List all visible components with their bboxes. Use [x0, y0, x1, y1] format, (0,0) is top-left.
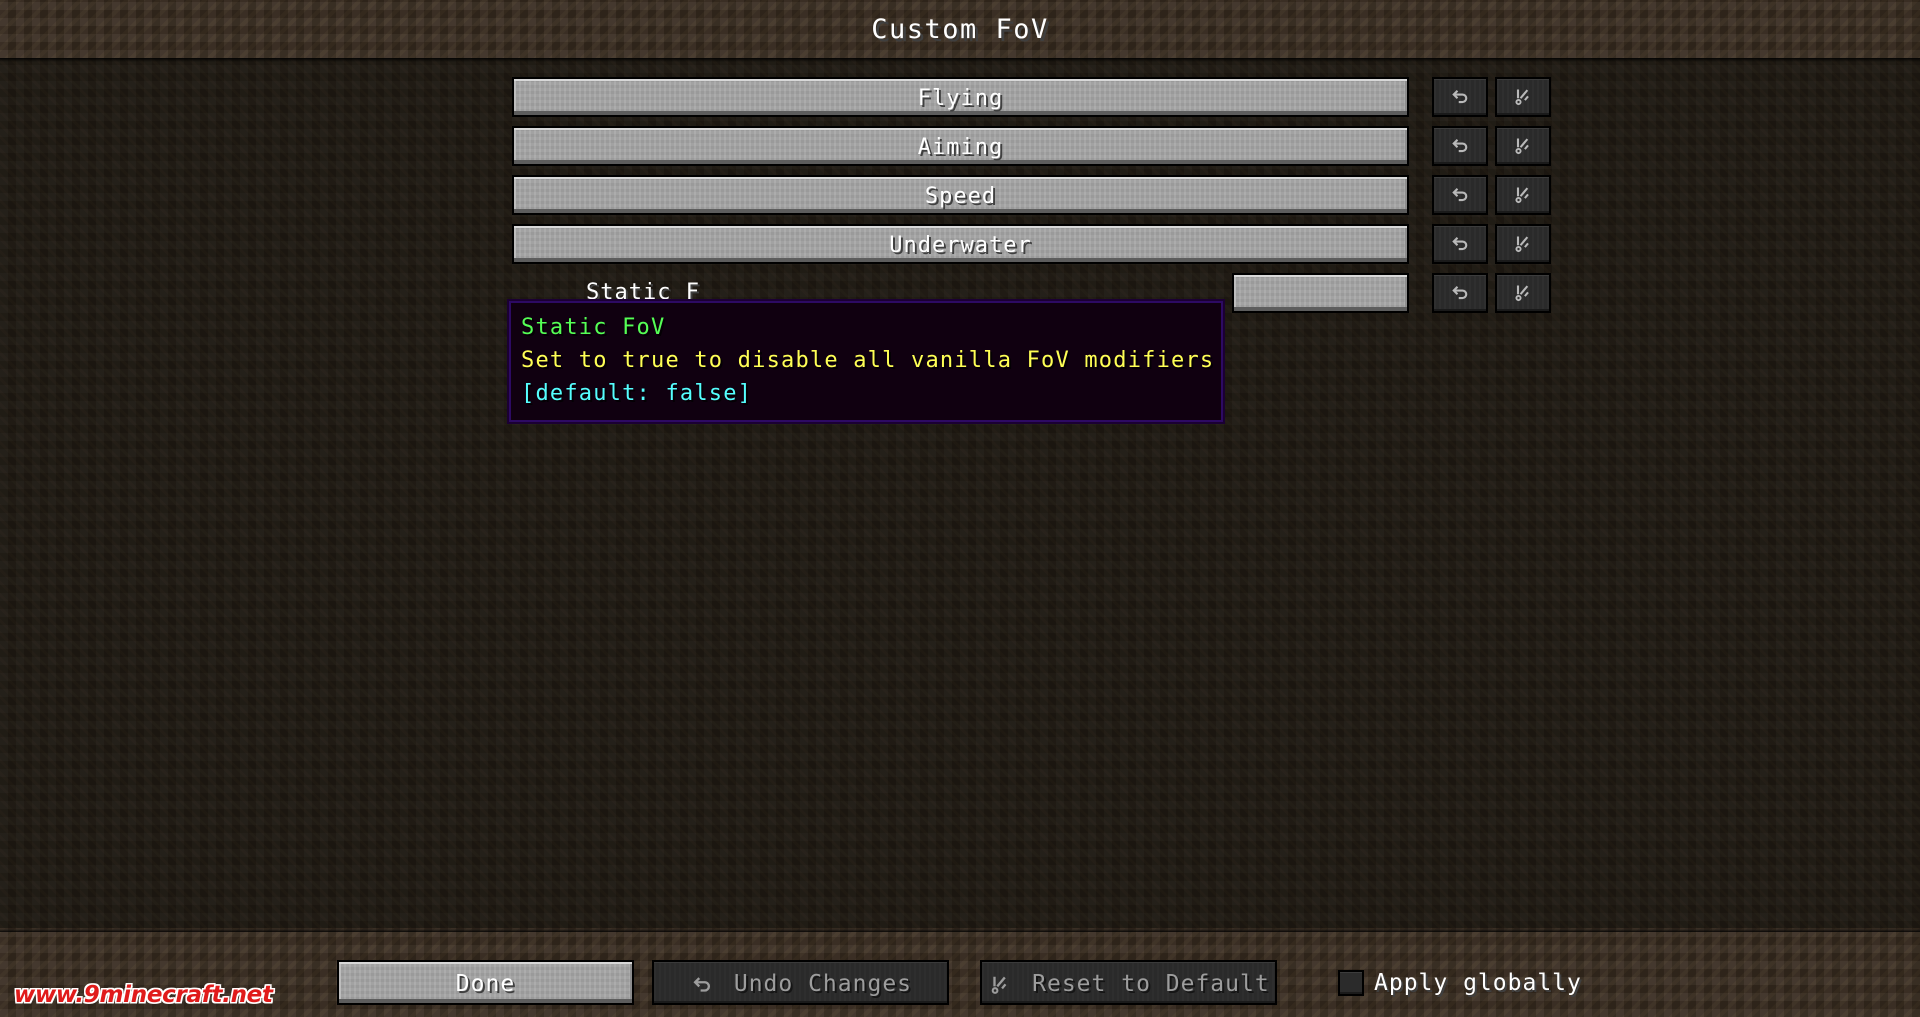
apply-globally-label: Apply globally	[1374, 970, 1582, 996]
undo-arrow-icon	[689, 972, 715, 998]
tooltip: Static FoV Set to true to disable all va…	[507, 299, 1225, 424]
row-undo-button[interactable]	[1432, 77, 1488, 117]
site-watermark: www.9minecraft.net	[14, 982, 273, 1008]
row-undo-button[interactable]	[1432, 175, 1488, 215]
undo-changes-label: Undo Changes	[733, 971, 913, 997]
config-row-value-button[interactable]	[1232, 273, 1409, 313]
config-category-button[interactable]: Underwater	[512, 224, 1409, 264]
tooltip-description: Set to true to disable all vanilla FoV m…	[521, 348, 1215, 373]
reset-sparkle-icon	[987, 972, 1013, 998]
undo-arrow-icon	[1434, 275, 1486, 311]
undo-arrow-icon	[1434, 226, 1486, 262]
reset-sparkle-icon	[1497, 226, 1549, 262]
config-row: Underwater	[0, 224, 1920, 264]
done-button-label: Done	[455, 971, 516, 997]
row-reset-button[interactable]	[1495, 77, 1551, 117]
tooltip-default: [default: false]	[521, 381, 753, 406]
config-category-button[interactable]: Aiming	[512, 126, 1409, 166]
undo-changes-button[interactable]: Undo Changes	[652, 960, 949, 1005]
row-reset-button[interactable]	[1495, 126, 1551, 166]
reset-to-default-label: Reset to Default	[1032, 971, 1270, 997]
reset-sparkle-icon	[1497, 128, 1549, 164]
config-category-button[interactable]: Speed	[512, 175, 1409, 215]
bottom-toolbar: Done Undo Changes Reset to Default Apply…	[0, 928, 1920, 1017]
reset-sparkle-icon	[1497, 79, 1549, 115]
row-reset-button[interactable]	[1495, 224, 1551, 264]
row-reset-button[interactable]	[1495, 175, 1551, 215]
reset-sparkle-icon	[1497, 275, 1549, 311]
row-undo-button[interactable]	[1432, 224, 1488, 264]
config-row: Aiming	[0, 126, 1920, 166]
config-row: Flying	[0, 77, 1920, 117]
page-title: Custom FoV	[871, 14, 1049, 45]
apply-globally-checkbox-box[interactable]	[1338, 970, 1364, 996]
apply-globally-checkbox[interactable]: Apply globally	[1338, 970, 1582, 996]
row-undo-button[interactable]	[1432, 273, 1488, 313]
minecraft-config-screen: Custom FoV Flying Aiming Speed Underwater St…	[0, 0, 1920, 1017]
row-undo-button[interactable]	[1432, 126, 1488, 166]
reset-sparkle-icon	[1497, 177, 1549, 213]
undo-arrow-icon	[1434, 128, 1486, 164]
header-divider	[0, 58, 1920, 62]
done-button[interactable]: Done	[337, 960, 634, 1005]
undo-arrow-icon	[1434, 79, 1486, 115]
config-category-button[interactable]: Flying	[512, 77, 1409, 117]
reset-to-default-button[interactable]: Reset to Default	[980, 960, 1277, 1005]
undo-arrow-icon	[1434, 177, 1486, 213]
row-reset-button[interactable]	[1495, 273, 1551, 313]
tooltip-title: Static FoV	[521, 315, 666, 340]
config-row: Speed	[0, 175, 1920, 215]
